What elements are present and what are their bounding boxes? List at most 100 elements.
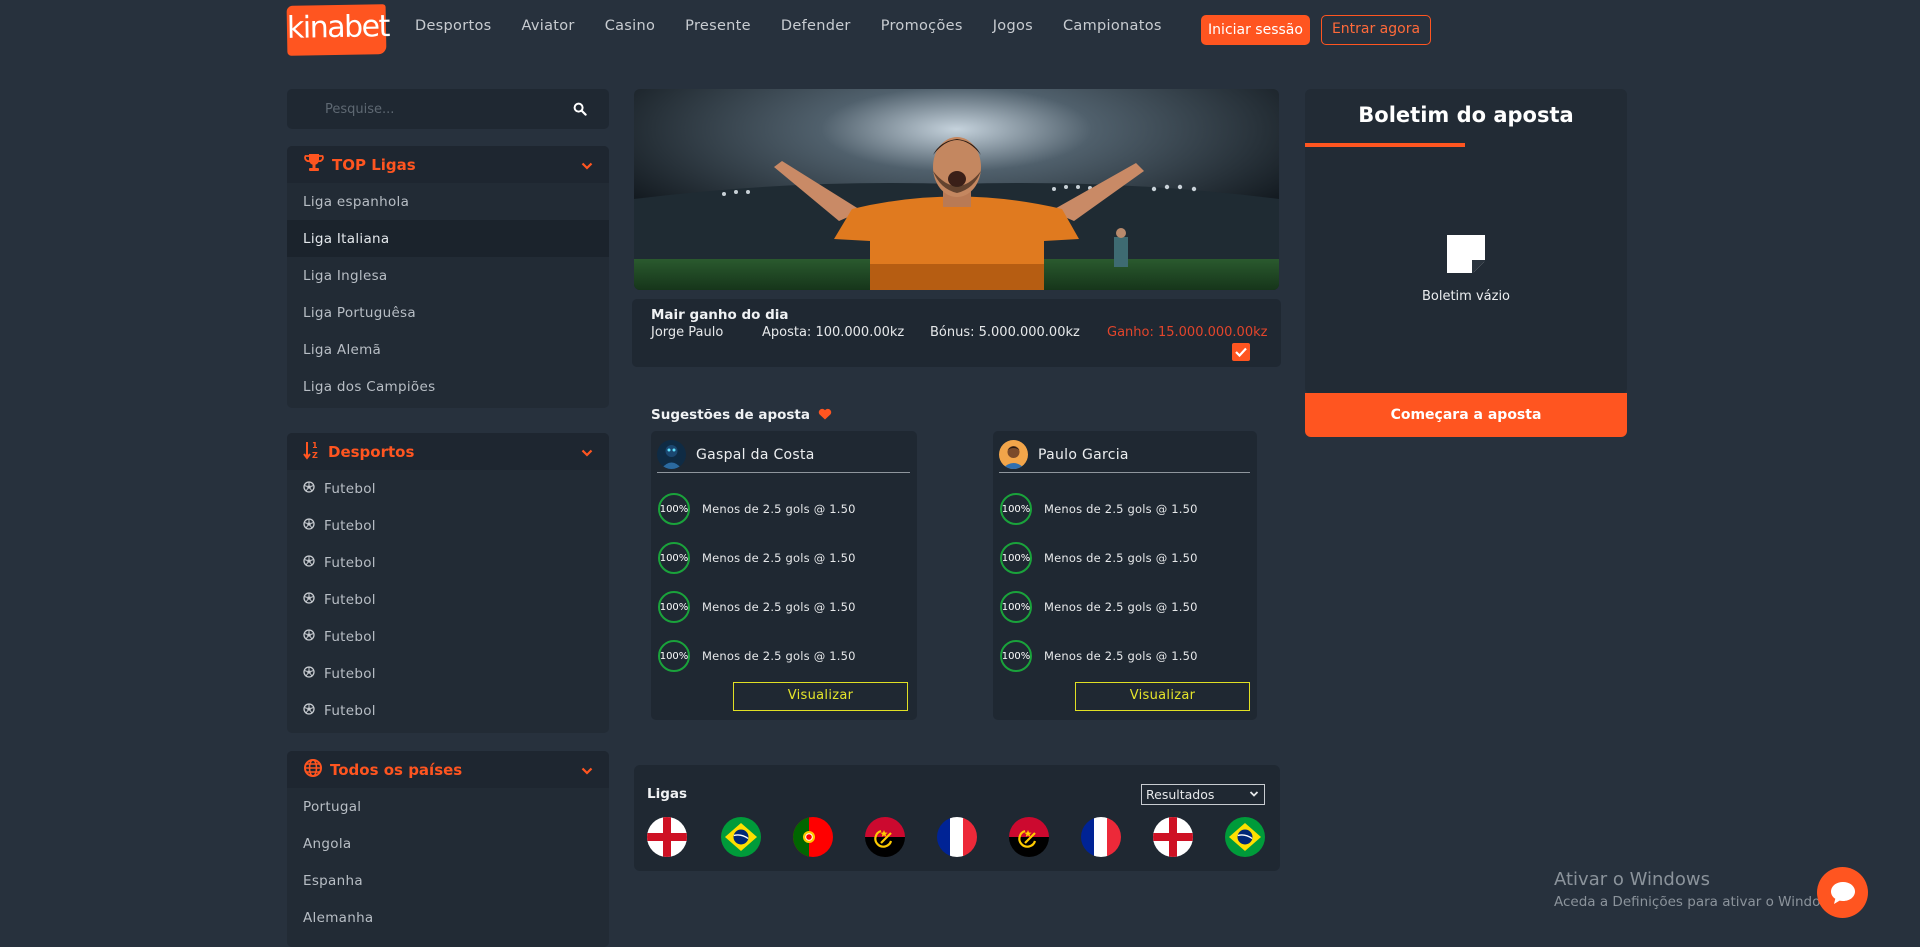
sport-item[interactable]: Futebol <box>287 655 609 692</box>
login-button[interactable]: Iniciar sessão <box>1201 15 1310 45</box>
chat-icon <box>1830 881 1855 904</box>
nav-promocoes[interactable]: Promoções <box>881 18 963 34</box>
avatar[interactable] <box>657 440 686 469</box>
league-label: Liga dos Campiões <box>303 378 436 395</box>
top-leagues-header[interactable]: TOP Ligas <box>287 146 609 183</box>
nav-campionatos[interactable]: Campionatos <box>1063 18 1162 34</box>
tip-row[interactable]: 100% Menos de 2.5 gols @ 1.50 <box>658 542 856 574</box>
sport-label: Futebol <box>324 480 376 497</box>
bet-slip-title: Boletim do aposta <box>1358 103 1574 127</box>
nav-presente[interactable]: Presente <box>685 18 751 34</box>
sport-item[interactable]: Futebol <box>287 544 609 581</box>
tipster-name[interactable]: Gaspal da Costa <box>696 447 815 463</box>
note-icon <box>1444 232 1488 280</box>
checkbox[interactable] <box>1232 343 1250 361</box>
soccer-ball-icon <box>303 591 315 608</box>
angola-flag[interactable] <box>1009 817 1049 857</box>
angola-flag[interactable] <box>865 817 905 857</box>
nav-casino[interactable]: Casino <box>605 18 655 34</box>
league-item[interactable]: Liga Alemã <box>287 331 609 368</box>
tip-row[interactable]: 100% Menos de 2.5 gols @ 1.50 <box>1000 640 1198 672</box>
chevron-down-icon[interactable] <box>581 443 593 461</box>
brazil-flag[interactable] <box>721 817 761 857</box>
tip-row[interactable]: 100% Menos de 2.5 gols @ 1.50 <box>658 493 856 525</box>
tipster-card: Gaspal da Costa 100% Menos de 2.5 gols @ … <box>651 431 917 720</box>
results-select[interactable]: Resultados <box>1141 784 1265 805</box>
nav-aviator[interactable]: Aviator <box>522 18 575 34</box>
nav-desportos[interactable]: Desportos <box>415 18 492 34</box>
england-flag[interactable] <box>1153 817 1193 857</box>
countries-panel: Todos os países Portugal Angola Espanha … <box>287 751 609 947</box>
tip-text: Menos de 2.5 gols @ 1.50 <box>702 551 856 565</box>
tip-row[interactable]: 100% Menos de 2.5 gols @ 1.50 <box>1000 591 1198 623</box>
search-input[interactable] <box>325 99 555 119</box>
sport-item[interactable]: Futebol <box>287 618 609 655</box>
country-item[interactable]: Portugal <box>287 788 609 825</box>
countries-header[interactable]: Todos os países <box>287 751 609 788</box>
sport-label: Futebol <box>324 517 376 534</box>
tipster-header: Gaspal da Costa <box>657 437 910 473</box>
france-flag[interactable] <box>1081 817 1121 857</box>
sport-item[interactable]: Futebol <box>287 470 609 507</box>
kinabet-logo[interactable]: kinabet <box>286 4 389 56</box>
svg-text:1: 1 <box>312 441 318 450</box>
tip-text: Menos de 2.5 gols @ 1.50 <box>1044 600 1198 614</box>
sports-header[interactable]: 1Z Desportos <box>287 433 609 470</box>
league-label: Liga Inglesa <box>303 267 388 284</box>
sports-panel: 1Z Desportos Futebol Futebol Futebol Fut… <box>287 433 609 733</box>
tipster-name[interactable]: Paulo Garcia <box>1038 447 1129 463</box>
tip-row[interactable]: 100% Menos de 2.5 gols @ 1.50 <box>1000 493 1198 525</box>
view-button[interactable]: Visualizar <box>733 682 908 711</box>
country-label: Espanha <box>303 872 363 889</box>
country-label: Alemanha <box>303 909 374 926</box>
league-item[interactable]: Liga Italiana <box>287 220 609 257</box>
league-item[interactable]: Liga espanhola <box>287 183 609 220</box>
soccer-ball-icon <box>303 665 315 682</box>
sport-item[interactable]: Futebol <box>287 507 609 544</box>
bonus-amount: Bónus: 5.000.000.00kz <box>930 325 1080 340</box>
nav-jogos[interactable]: Jogos <box>993 18 1033 34</box>
tip-text: Menos de 2.5 gols @ 1.50 <box>1044 649 1198 663</box>
country-item[interactable]: Espanha <box>287 862 609 899</box>
view-button[interactable]: Visualizar <box>1075 682 1250 711</box>
chevron-down-icon <box>1249 791 1259 797</box>
portugal-flag[interactable] <box>793 817 833 857</box>
sport-item[interactable]: Futebol <box>287 581 609 618</box>
success-rate-badge: 100% <box>658 591 690 623</box>
leagues-title: Ligas <box>647 786 688 802</box>
svg-text:Z: Z <box>312 451 318 460</box>
avatar[interactable] <box>999 440 1028 469</box>
start-betting-button[interactable]: Começara a aposta <box>1305 393 1627 437</box>
tip-text: Menos de 2.5 gols @ 1.50 <box>702 649 856 663</box>
england-flag[interactable] <box>647 817 687 857</box>
success-rate-badge: 100% <box>1000 640 1032 672</box>
sport-label: Futebol <box>324 591 376 608</box>
country-item[interactable]: Alemanha <box>287 899 609 936</box>
chat-button[interactable] <box>1817 867 1868 918</box>
chevron-down-icon[interactable] <box>581 761 593 779</box>
tip-row[interactable]: 100% Menos de 2.5 gols @ 1.50 <box>1000 542 1198 574</box>
nav-defender[interactable]: Defender <box>781 18 851 34</box>
brazil-flag[interactable] <box>1225 817 1265 857</box>
country-item[interactable]: Angola <box>287 825 609 862</box>
main-nav: Desportos Aviator Casino Presente Defend… <box>415 18 1162 34</box>
hero-banner[interactable] <box>634 89 1279 290</box>
soccer-ball-icon <box>303 480 315 497</box>
chevron-down-icon[interactable] <box>581 156 593 174</box>
join-button[interactable]: Entrar agora <box>1321 15 1431 45</box>
league-label: Liga Alemã <box>303 341 382 358</box>
tip-row[interactable]: 100% Menos de 2.5 gols @ 1.50 <box>658 591 856 623</box>
tip-row[interactable]: 100% Menos de 2.5 gols @ 1.50 <box>658 640 856 672</box>
search-box <box>287 89 609 129</box>
tip-text: Menos de 2.5 gols @ 1.50 <box>1044 551 1198 565</box>
success-rate-badge: 100% <box>658 640 690 672</box>
league-item[interactable]: Liga dos Campiões <box>287 368 609 405</box>
search-icon[interactable] <box>573 101 587 120</box>
league-item[interactable]: Liga Portuguêsa <box>287 294 609 331</box>
sport-item[interactable]: Futebol <box>287 692 609 729</box>
biggest-win-title: Mair ganho do dia <box>651 307 789 323</box>
league-item[interactable]: Liga Inglesa <box>287 257 609 294</box>
globe-icon <box>303 758 323 782</box>
sport-label: Futebol <box>324 554 376 571</box>
france-flag[interactable] <box>937 817 977 857</box>
